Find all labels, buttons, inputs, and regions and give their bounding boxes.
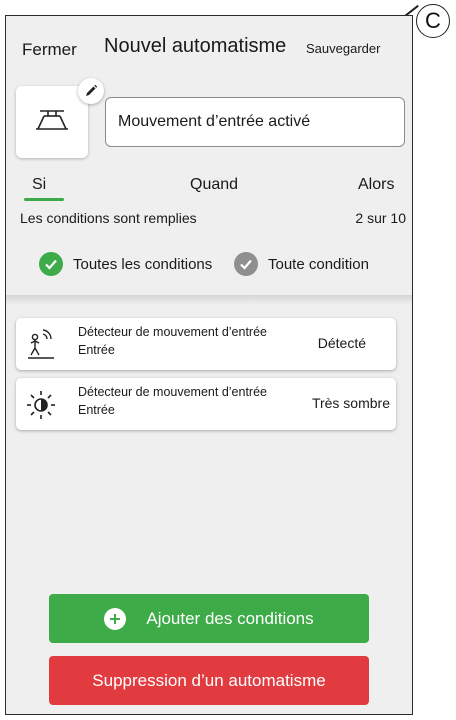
section-divider (6, 295, 412, 305)
option-label: Toutes les conditions (73, 255, 213, 273)
tab-alors[interactable]: Alors (358, 176, 394, 194)
condition-room: Entrée (78, 343, 115, 357)
tab-quand[interactable]: Quand (190, 176, 238, 194)
conditions-count: 2 sur 10 (355, 210, 406, 226)
option-label: Toute condition (268, 255, 369, 273)
condition-state: Détecté (317, 335, 366, 351)
automation-editor-screen: Fermer Nouvel automatisme Sauvegarder Mo… (5, 15, 413, 715)
condition-card[interactable]: Détecteur de mouvement d’entrée Entrée D… (16, 318, 396, 370)
add-conditions-label: Ajouter des conditions (146, 608, 314, 628)
delete-automation-button[interactable]: Suppression d’un automatisme (49, 656, 369, 705)
automation-name-input[interactable]: Mouvement d’entrée activé (105, 97, 405, 147)
add-conditions-button[interactable]: Ajouter des conditions (49, 594, 369, 643)
close-button[interactable]: Fermer (22, 40, 77, 60)
callout-marker: C (416, 4, 450, 38)
conditions-summary: Les conditions sont remplies (20, 210, 197, 226)
condition-card[interactable]: Détecteur de mouvement d’entrée Entrée T… (16, 378, 396, 430)
pencil-icon (86, 84, 98, 96)
active-tab-indicator (24, 198, 64, 201)
condition-room: Entrée (78, 403, 115, 417)
tab-si[interactable]: Si (32, 176, 46, 194)
option-all-conditions[interactable]: Toutes les conditions (39, 252, 212, 276)
motion-sensor-icon (28, 329, 54, 359)
page-title: Nouvel automatisme (104, 35, 287, 57)
automation-icon-tile[interactable] (16, 86, 88, 158)
condition-device-name: Détecteur de mouvement d’entrée (78, 325, 267, 339)
check-circle-icon (234, 252, 258, 276)
ceiling-light-icon (36, 110, 68, 130)
option-any-condition[interactable]: Toute condition (234, 252, 369, 276)
check-circle-icon (39, 252, 63, 276)
save-button[interactable]: Sauvegarder (306, 41, 380, 56)
condition-device-name: Détecteur de mouvement d’entrée (78, 385, 267, 399)
plus-icon (104, 607, 127, 630)
brightness-icon (27, 391, 55, 419)
condition-state: Très sombre (311, 395, 390, 411)
edit-icon-button[interactable] (78, 78, 104, 104)
